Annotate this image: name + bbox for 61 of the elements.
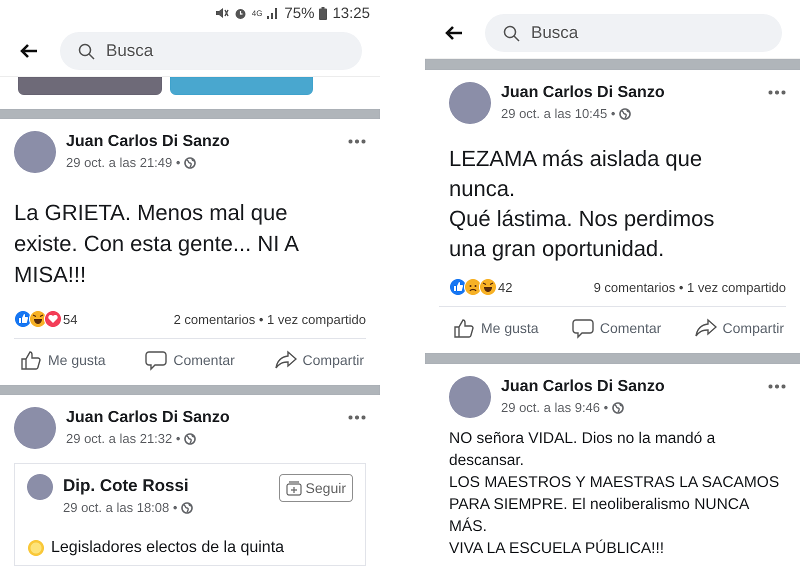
more-icon[interactable] [348, 415, 366, 420]
search-field[interactable]: Busca [60, 32, 362, 70]
network-label: 4G [252, 8, 262, 18]
post-time: 29 oct. a las 9:46 • [501, 400, 608, 415]
search-field[interactable]: Busca [485, 14, 782, 52]
thumbs-up-icon [453, 317, 475, 339]
share-arrow-icon [694, 317, 717, 339]
search-icon [78, 43, 95, 60]
mute-icon [214, 7, 229, 19]
like-button[interactable]: Me gusta [18, 345, 108, 375]
more-icon[interactable] [348, 139, 366, 144]
reaction-count[interactable]: 54 [63, 312, 78, 326]
author-name[interactable]: Juan Carlos Di Sanzo [66, 133, 338, 151]
post-text: LEZAMA más aislada que nunca. Qué lástima. Nos perdimos una gran oportunidad. [448, 145, 716, 263]
avatar[interactable] [27, 474, 53, 500]
avatar[interactable] [449, 376, 491, 418]
author-name[interactable]: Juan Carlos Di Sanzo [66, 409, 338, 427]
signal-icon [267, 7, 280, 19]
reaction-count[interactable]: 42 [498, 280, 512, 294]
share-arrow-icon [274, 349, 297, 371]
search-icon [503, 25, 520, 42]
post-time: 29 oct. a las 21:49 • [66, 155, 180, 170]
globe-icon [612, 402, 624, 414]
globe-icon [619, 108, 632, 120]
comment-button[interactable]: Comentar [143, 345, 237, 375]
author-name[interactable]: Juan Carlos Di Sanzo [501, 378, 758, 396]
post-stats[interactable]: 9 comentarios • 1 vez compartido [594, 280, 786, 294]
back-arrow-icon[interactable] [445, 26, 463, 40]
share-button[interactable]: Compartir [272, 345, 366, 375]
post-time: 29 oct. a las 21:32 • [66, 431, 180, 446]
post-text: La GRIETA. Menos mal que existe. Con esta gente... NI A MISA!!! [14, 199, 300, 289]
clock-time: 13:25 [332, 4, 370, 22]
post-time: 29 oct. a las 10:45 • [501, 106, 616, 121]
sun-icon [27, 539, 45, 557]
follow-icon [286, 480, 302, 496]
alarm-icon [234, 6, 247, 20]
avatar[interactable] [14, 131, 56, 173]
post-text: NO señora VIDAL. Dios no la mandó a descansar. LOS MAESTROS Y MAESTRAS LA SACAMOS PARA SIEMPRE. El neoliberalismo NUNCA MÁS. VIVA LA ESCUELA PÚBLICA!!! [448, 429, 780, 559]
author-name[interactable]: Dip. Cote Rossi [63, 476, 269, 496]
comment-button[interactable]: Comentar [570, 313, 664, 343]
battery-percent: 75% [284, 4, 314, 22]
globe-icon [184, 432, 196, 444]
post-text: Legisladores electos de la quinta [51, 539, 284, 557]
globe-icon [181, 502, 194, 514]
speech-bubble-icon [572, 317, 594, 339]
post-stats[interactable]: 2 comentarios • 1 vez compartido [174, 312, 366, 326]
thumbs-up-icon [20, 349, 42, 371]
avatar[interactable] [449, 82, 491, 124]
post-time: 29 oct. a las 18:08 • [63, 500, 178, 515]
avatar[interactable] [14, 407, 56, 449]
laughing-face-icon [479, 278, 497, 296]
globe-icon [184, 156, 196, 168]
like-button[interactable]: Me gusta [451, 313, 541, 343]
speech-bubble-icon [145, 349, 168, 371]
author-name[interactable]: Juan Carlos Di Sanzo [501, 84, 758, 102]
more-icon[interactable] [768, 90, 786, 95]
share-button[interactable]: Compartir [692, 313, 786, 343]
back-arrow-icon[interactable] [20, 44, 38, 58]
follow-button[interactable]: Seguir [278, 474, 353, 502]
more-icon[interactable] [768, 384, 786, 389]
battery-icon [319, 6, 328, 20]
